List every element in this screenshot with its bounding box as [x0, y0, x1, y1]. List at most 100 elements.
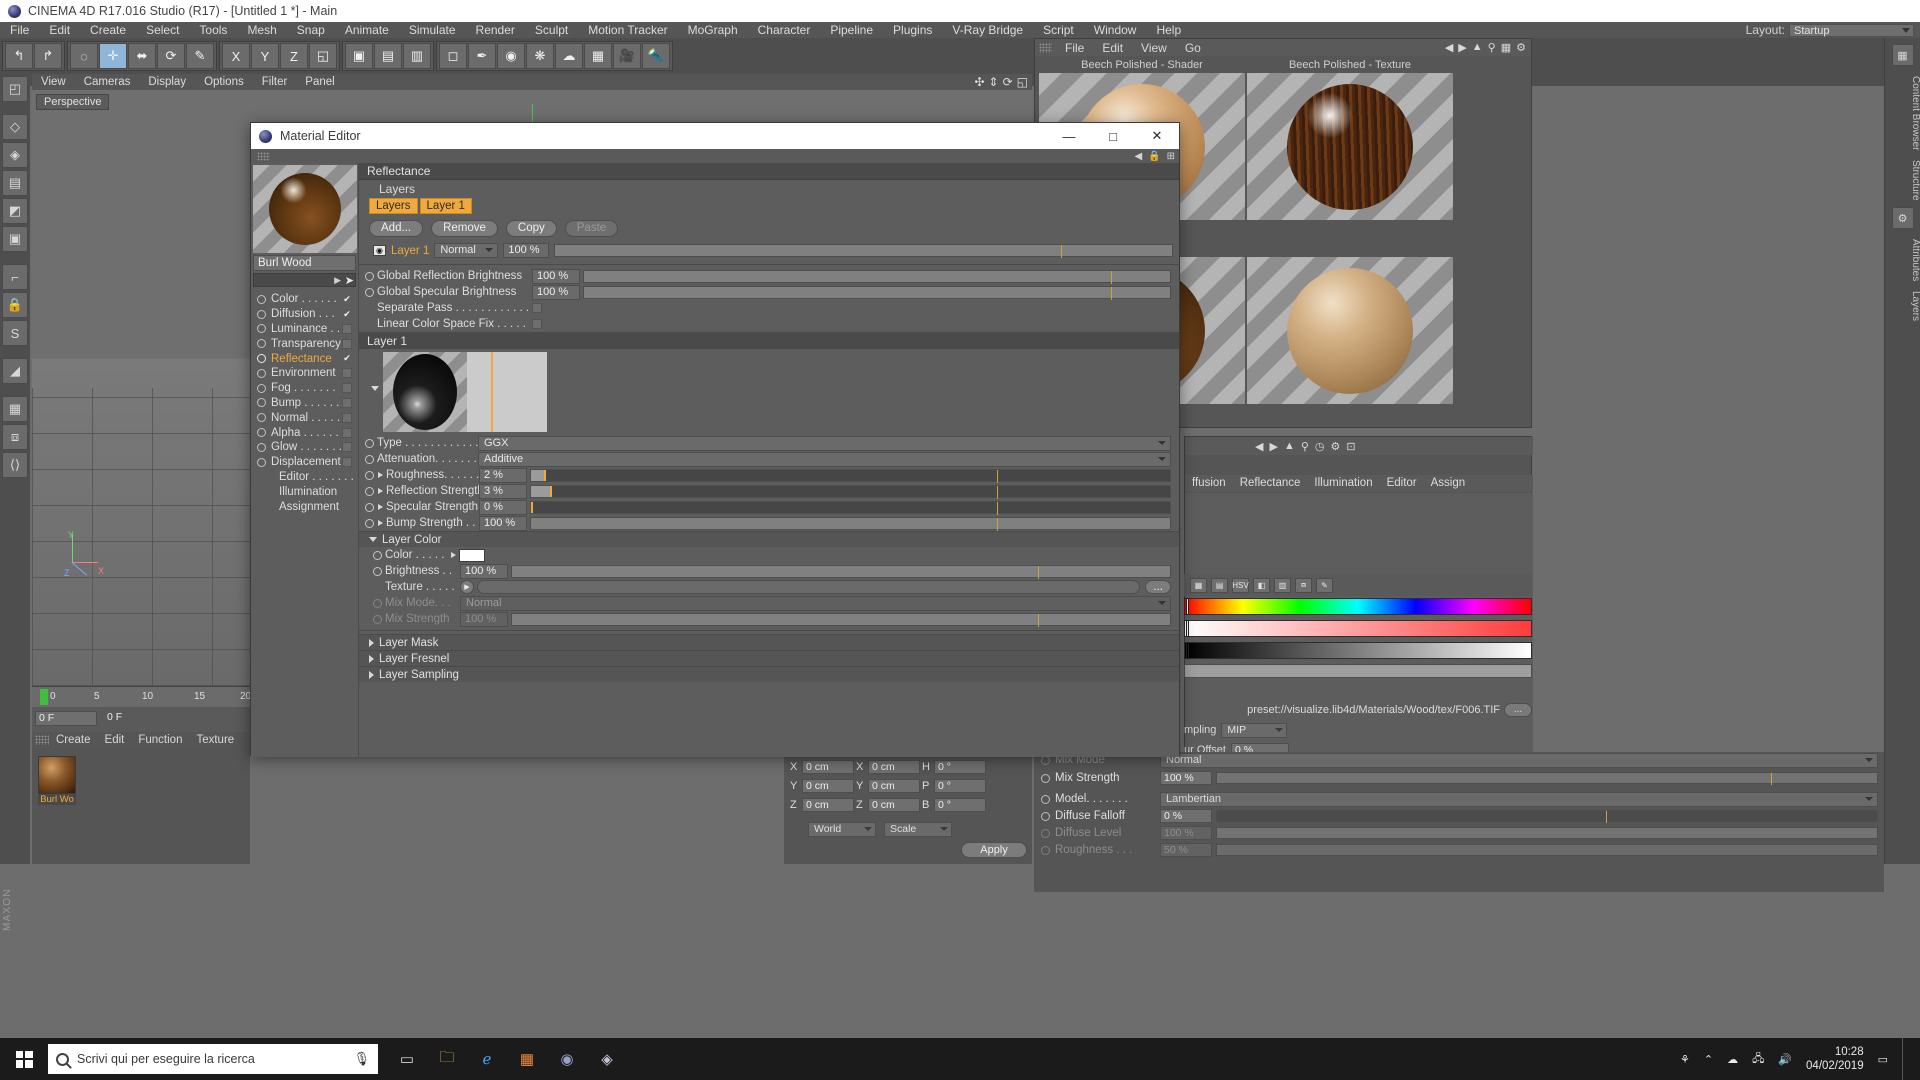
animate-dot-icon[interactable]: [1041, 773, 1050, 783]
spline-pen-button[interactable]: ✒: [468, 43, 496, 69]
menu-item-mograph[interactable]: MoGraph: [678, 22, 748, 38]
layer-blend-mode-dropdown[interactable]: Normal: [434, 243, 499, 258]
coord-y-size[interactable]: 0 cm: [868, 779, 920, 793]
channel-row-editor[interactable]: Editor . . . . . . .: [251, 470, 358, 485]
value-slider[interactable]: [1184, 642, 1532, 659]
close-button[interactable]: ✕: [1135, 123, 1179, 149]
model-mode-icon[interactable]: ▣: [2, 226, 28, 252]
menu-item-window[interactable]: Window: [1084, 22, 1147, 38]
layer-fresnel-group-header[interactable]: Layer Fresnel: [359, 650, 1179, 666]
menu-item-help[interactable]: Help: [1146, 22, 1191, 38]
animate-dot-icon[interactable]: [365, 454, 374, 464]
mix-mode-dropdown[interactable]: Normal: [1160, 752, 1878, 768]
freehand-tool-button[interactable]: ✎: [186, 43, 214, 69]
axis-y-button[interactable]: Y: [251, 43, 279, 69]
menu-item-character[interactable]: Character: [748, 22, 821, 38]
reflection-strength-slider[interactable]: [530, 484, 1171, 499]
matmgr-menu-create[interactable]: Create: [49, 734, 98, 746]
coord-z-position[interactable]: 0 cm: [802, 798, 854, 812]
channel-row-reflectance[interactable]: Reflectance ✔: [251, 351, 358, 366]
channel-checkbox[interactable]: ✔: [342, 353, 352, 364]
coord-z-size[interactable]: 0 cm: [868, 798, 920, 812]
menu-item-motion-tracker[interactable]: Motion Tracker: [578, 22, 677, 38]
environment-button[interactable]: ☁: [555, 43, 583, 69]
chrome-icon[interactable]: ◉: [554, 1046, 580, 1072]
grid-toggle-icon[interactable]: ▦: [1190, 577, 1207, 593]
viewport-menu-view[interactable]: View: [32, 76, 75, 88]
channel-checkbox[interactable]: ✔: [342, 294, 352, 304]
menu-item-select[interactable]: Select: [136, 22, 189, 38]
history-icon[interactable]: ◷: [1315, 440, 1325, 453]
polygon-mode-icon[interactable]: ◩: [2, 198, 28, 224]
global-reflection-brightness-slider[interactable]: [583, 269, 1171, 284]
animate-dot-icon[interactable]: [257, 339, 266, 349]
viewport-menu-filter[interactable]: Filter: [253, 76, 297, 88]
undo-button[interactable]: ↰: [5, 43, 33, 69]
move-tool-button[interactable]: ✛: [99, 43, 127, 69]
animate-dot-icon[interactable]: [365, 518, 374, 528]
zoom-icon[interactable]: ⇕: [989, 75, 999, 89]
rotate-view-icon[interactable]: ⟳: [1003, 75, 1013, 89]
slider-handle[interactable]: [543, 469, 546, 481]
select-tool-button[interactable]: ◌: [70, 43, 98, 69]
tab-diffusion[interactable]: ffusion: [1185, 475, 1233, 492]
animate-dot-icon[interactable]: [1041, 828, 1050, 838]
camera-button[interactable]: ▦: [584, 43, 612, 69]
tab-layer-1[interactable]: Layer 1: [419, 198, 472, 214]
channel-row-luminance[interactable]: Luminance . .: [251, 322, 358, 337]
channel-row-environment[interactable]: Environment: [251, 366, 358, 381]
animate-dot-icon[interactable]: [365, 438, 374, 448]
animate-dot-icon[interactable]: [257, 428, 266, 438]
channel-row-assignment[interactable]: Assignment: [251, 499, 358, 514]
expand-caret-icon[interactable]: [369, 670, 374, 679]
store-icon[interactable]: ▦: [514, 1046, 540, 1072]
global-specular-brightness-field[interactable]: 100 %: [532, 284, 580, 300]
up-arrow-icon[interactable]: ▲: [1284, 440, 1295, 452]
render-region-button[interactable]: ▤: [374, 43, 402, 69]
expand-triangle-icon[interactable]: [378, 504, 383, 510]
slider-handle[interactable]: [550, 485, 553, 497]
taskbar-clock[interactable]: 10:28 04/02/2019: [1806, 1045, 1864, 1073]
hue-handle[interactable]: [1186, 598, 1189, 615]
texture-browse-button[interactable]: ...: [1145, 580, 1171, 594]
channel-checkbox[interactable]: [342, 338, 352, 349]
notifications-icon[interactable]: ▭: [1878, 1053, 1888, 1066]
texture-path-input[interactable]: [477, 580, 1141, 594]
minimize-button[interactable]: —: [1047, 123, 1091, 149]
copy-layer-button[interactable]: Copy: [505, 220, 557, 237]
brightness-field[interactable]: 100 %: [460, 563, 508, 579]
layout-toggle-icon[interactable]: ◱: [1017, 75, 1028, 89]
menu-item-vray-bridge[interactable]: V-Ray Bridge: [942, 22, 1033, 38]
start-button[interactable]: [0, 1038, 48, 1080]
material-cell[interactable]: Beech Polished - Texture: [1247, 59, 1453, 234]
panel-grip-icon[interactable]: [35, 735, 49, 745]
menu-item-script[interactable]: Script: [1033, 22, 1084, 38]
back-arrow-icon[interactable]: ◀: [1255, 440, 1263, 453]
animate-dot-icon[interactable]: [1041, 811, 1050, 821]
animate-dot-icon[interactable]: [1041, 845, 1050, 855]
tab-layers[interactable]: Layers: [369, 198, 418, 214]
model-dropdown[interactable]: Lambertian: [1160, 791, 1878, 807]
axis-z-button[interactable]: Z: [280, 43, 308, 69]
expand-triangle-icon[interactable]: [378, 488, 383, 494]
animate-dot-icon[interactable]: [365, 271, 374, 281]
channel-checkbox[interactable]: ✔: [342, 309, 352, 319]
matmgr-menu-edit[interactable]: Edit: [98, 734, 132, 746]
search-icon[interactable]: ⚲: [1301, 440, 1309, 453]
light-button[interactable]: 🎥: [613, 43, 641, 69]
tab-assign[interactable]: Assign: [1424, 475, 1473, 492]
coord-x-position[interactable]: 0 cm: [802, 760, 854, 774]
specular-strength-field[interactable]: 0 %: [479, 499, 527, 515]
eyedropper-icon[interactable]: ✎: [1316, 577, 1333, 593]
tab-illumination[interactable]: Illumination: [1307, 475, 1379, 492]
pan-icon[interactable]: ✣: [974, 75, 984, 89]
diffuse-falloff-field[interactable]: 0 %: [1160, 809, 1212, 823]
slider-handle[interactable]: [531, 501, 533, 513]
cube-primitive-button[interactable]: ◻: [439, 43, 467, 69]
animate-dot-icon[interactable]: [257, 442, 266, 452]
roughness-field[interactable]: 50 %: [1160, 843, 1212, 857]
hsv-mode-icon[interactable]: HSV: [1232, 577, 1249, 593]
edge-mode-icon[interactable]: ▤: [2, 170, 28, 196]
coordinate-system-dropdown[interactable]: World: [808, 822, 876, 837]
menu-item-animate[interactable]: Animate: [335, 22, 399, 38]
